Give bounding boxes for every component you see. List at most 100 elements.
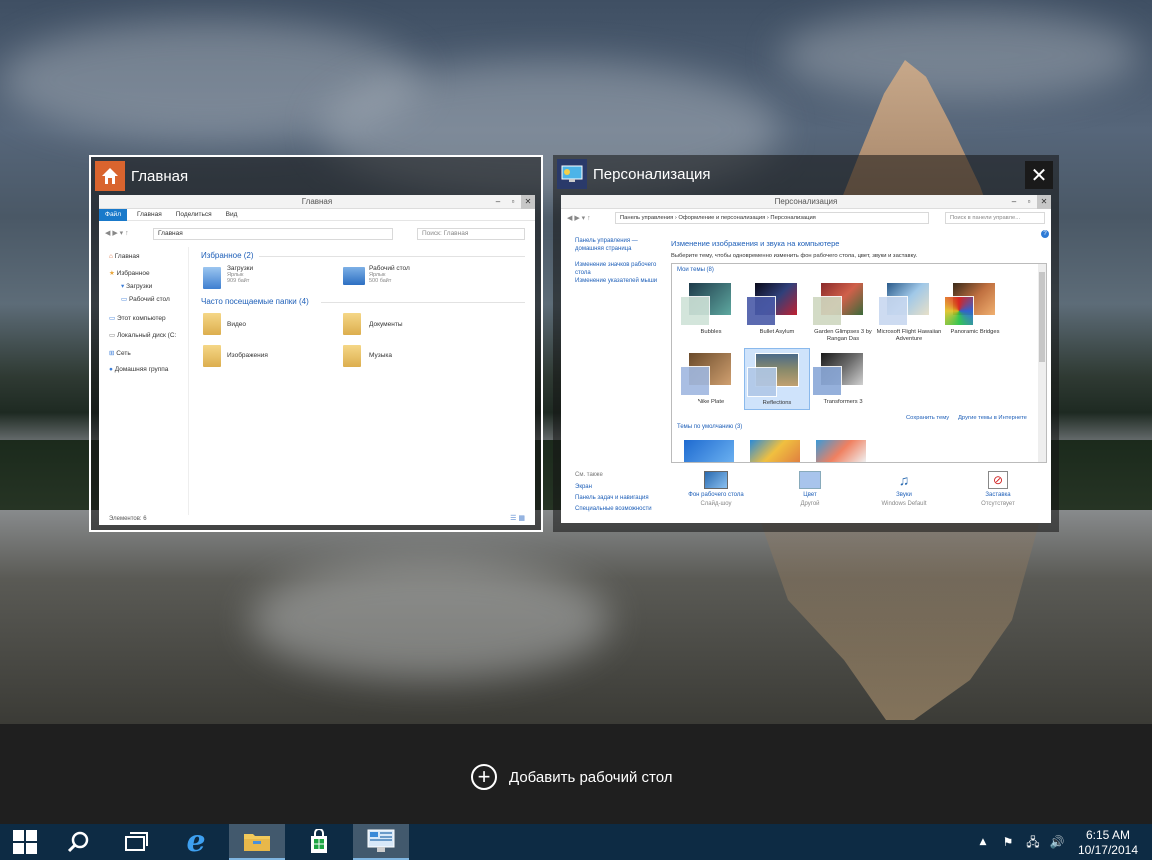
task-view-button[interactable]: [108, 824, 164, 860]
theme-bubbles: Bubbles: [678, 278, 744, 336]
frequent-item-videos: Видео: [227, 321, 246, 328]
nav-item-this-pc: ▭ Этот компьютер: [109, 315, 166, 322]
personalization-titlebar: Персонализация: [561, 195, 1051, 209]
ribbon-tab-home: Главная: [136, 211, 162, 218]
window-card-explorer[interactable]: Главная Главная – ▫ ✕ Файл Главная Подел…: [89, 155, 543, 532]
search-box: Поиск: Главная: [417, 228, 525, 240]
nav-item-home: ⌂ Главная: [109, 253, 140, 260]
address-bar: Главная: [153, 228, 393, 240]
screensaver-off-icon: ⊘: [988, 471, 1008, 489]
view-toggle-icons: ☰ ▦: [510, 515, 525, 522]
scrollbar: [1038, 264, 1046, 462]
nav-item-favorites: ★ Избранное: [109, 270, 150, 277]
page-heading: Изменение изображения и звука на компьют…: [671, 239, 840, 248]
breadcrumb: Панель управления › Оформление и персона…: [615, 212, 929, 224]
default-theme-thumb-3: [816, 440, 866, 462]
theme-garden-glimpses: Garden Glimpses 3 by Rangan Das: [810, 278, 876, 343]
theme-microsoft-flight: Microsoft Flight Hawaiian Adventure: [876, 278, 942, 343]
color-swatch-icon: [799, 471, 821, 489]
default-theme-thumb-1: [684, 440, 734, 462]
pictures-folder-icon: [203, 345, 221, 367]
theme-transformers-3: Transformers 3: [810, 348, 876, 406]
file-explorer-icon: [244, 834, 270, 851]
link-change-mouse-pointers: Изменение указателей мыши: [575, 278, 658, 284]
store-icon: [311, 829, 327, 853]
see-also-header: См. также: [575, 472, 603, 478]
volume-icon[interactable]: 🔊: [1046, 824, 1068, 860]
see-also-taskbar: Панель задач и навигация: [575, 495, 649, 501]
start-icon: [13, 830, 37, 854]
clock-time: 6:15 AM: [1085, 828, 1130, 842]
navigation-pane: ⌂ Главная ★ Избранное ▾ Загрузки ▭ Рабоч…: [99, 247, 189, 515]
favorite-item-desktop: Рабочий стол Ярлык 500 байт: [369, 265, 410, 284]
clock[interactable]: 6:15 AM 10/17/2014: [1078, 828, 1138, 858]
search-placeholder: Поиск в панели управле...: [950, 215, 1021, 221]
personalization-icon: [557, 159, 587, 189]
search-button[interactable]: [50, 824, 106, 860]
search-box: Поиск в панели управле...: [945, 212, 1045, 224]
page-subheading: Выберите тему, чтобы одновременно измени…: [671, 253, 918, 259]
themes-list: Мои темы (8) Bubbles Bullet Asylum Garde…: [671, 263, 1047, 463]
explorer-window-title: Главная: [301, 197, 333, 206]
store-button[interactable]: [291, 824, 347, 860]
show-hidden-icons-button[interactable]: ▲: [976, 824, 990, 860]
explorer-window-preview: Главная – ▫ ✕ Файл Главная Поделиться Ви…: [99, 195, 535, 525]
nav-item-desktop: ▭ Рабочий стол: [121, 296, 170, 303]
personalization-window-preview: Персонализация – ▫ ✕ ◀ ▶ ▾ ↑ Панель упра…: [561, 195, 1051, 523]
default-themes-header: Темы по умолчанию (3): [677, 424, 743, 430]
theme-panoramic-bridges: Panoramic Bridges: [942, 278, 1008, 336]
close-icon: ✕: [521, 195, 535, 209]
nav-arrows: ◀ ▶ ▾ ↑: [105, 230, 129, 237]
downloads-shortcut-icon: [203, 267, 221, 289]
frequent-item-documents: Документы: [369, 321, 403, 328]
nav-item-local-disk: ▭ Локальный диск (C:: [109, 332, 177, 339]
group-divider: [259, 256, 525, 257]
start-button[interactable]: [0, 824, 50, 860]
clock-date: 10/17/2014: [1077, 843, 1138, 857]
nav-item-network: ⊞ Сеть: [109, 350, 131, 357]
desktop-background-setting: Фон рабочего стола Слайд-шоу: [681, 471, 751, 509]
add-desktop-label: Добавить рабочий стол: [509, 768, 673, 786]
favorite-item-downloads: Загрузки Ярлык 909 байт: [227, 265, 254, 284]
window-card-title: Главная: [131, 167, 189, 185]
documents-folder-icon: [343, 313, 361, 335]
default-theme-thumb-2: [750, 440, 800, 462]
link-control-panel-home: Панель управления — домашняя страница: [575, 238, 638, 252]
theme-bullet-asylum: Bullet Asylum: [744, 278, 810, 336]
close-icon: ✕: [1037, 195, 1051, 209]
theme-nike-plate: Nike Plate: [678, 348, 744, 406]
desktop-background-icon: [704, 471, 728, 489]
nav-item-homegroup: ● Домашняя группа: [109, 366, 169, 373]
home-icon: [95, 161, 125, 191]
sounds-setting: ♫ Звуки Windows Default: [881, 472, 927, 507]
ribbon-tab-view: Вид: [225, 211, 238, 218]
add-desktop-button[interactable]: + Добавить рабочий стол: [471, 764, 672, 790]
nav-arrows: ◀ ▶ ▾ ↑: [567, 215, 591, 222]
search-placeholder: Поиск: Главная: [422, 230, 469, 237]
plus-icon: +: [471, 764, 497, 790]
sounds-icon: ♫: [898, 472, 910, 488]
internet-explorer-icon: e: [186, 824, 206, 859]
frequent-item-pictures: Изображения: [227, 352, 268, 359]
close-window-button[interactable]: ✕: [1025, 161, 1053, 189]
explorer-ribbon: Файл Главная Поделиться Вид: [99, 208, 535, 221]
favorites-group-header: Избранное (2): [201, 251, 254, 260]
ribbon-tab-file: Файл: [99, 208, 127, 221]
file-explorer-button[interactable]: [229, 824, 285, 860]
window-card-personalization[interactable]: Персонализация ✕ Персонализация – ▫ ✕ ◀ …: [553, 155, 1059, 532]
color-setting: Цвет Другой: [775, 471, 845, 509]
task-view-icon: [125, 832, 148, 851]
personalization-window-title: Персонализация: [774, 197, 838, 206]
maximize-icon: ▫: [1027, 197, 1031, 206]
minimize-icon: –: [495, 197, 501, 206]
online-themes-link: Другие темы в Интернете: [958, 415, 1027, 421]
internet-explorer-button[interactable]: e: [168, 824, 224, 860]
screensaver-setting: ⊘ Заставка Отсутствует: [981, 471, 1015, 507]
breadcrumb-path: Панель управления › Оформление и персона…: [620, 215, 816, 221]
desktop-shortcut-icon: [343, 267, 365, 285]
control-panel-button[interactable]: [353, 824, 409, 860]
music-folder-icon: [343, 345, 361, 367]
action-center-flag-icon[interactable]: ⚑: [998, 824, 1018, 860]
network-icon[interactable]: 🖧: [1022, 824, 1044, 860]
videos-folder-icon: [203, 313, 221, 335]
